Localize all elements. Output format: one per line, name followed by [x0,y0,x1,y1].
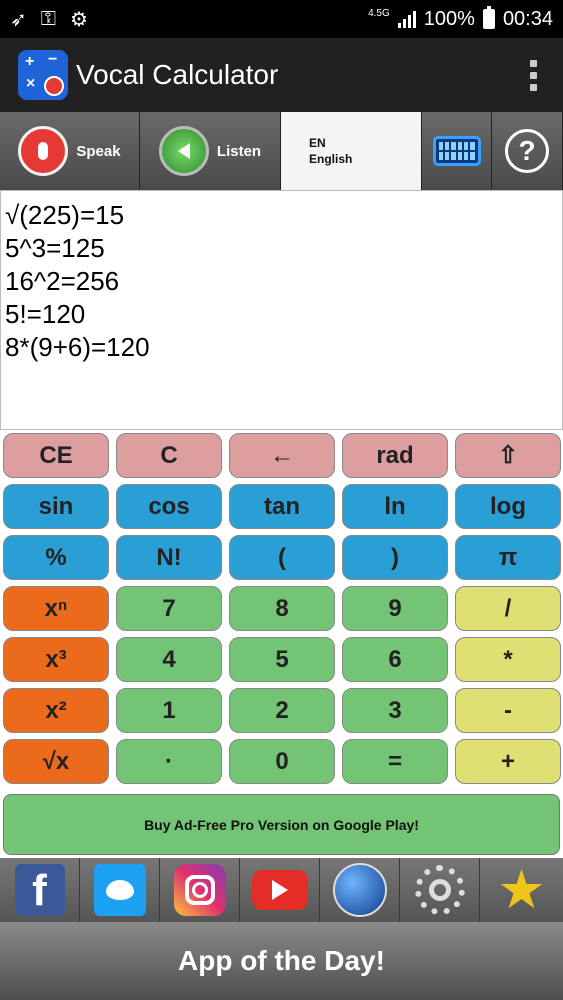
speaker-icon [158,126,209,176]
key-open-paren[interactable]: ( [229,535,335,580]
language-selector[interactable]: EN English [281,112,422,190]
keyboard-button[interactable] [422,112,492,190]
key-multiply[interactable]: * [455,637,561,682]
key-pi[interactable]: π [455,535,561,580]
key-factorial[interactable]: N! [116,535,222,580]
calculation-display: √(225)=15 5^3=125 16^2=256 5!=120 8*(9+6… [0,190,563,430]
microphone-icon [18,126,69,176]
key-log[interactable]: log [455,484,561,529]
history-line: 5!=120 [5,299,86,329]
key-shift[interactable]: ⇧ [455,433,561,478]
key-8[interactable]: 8 [229,586,335,631]
key-0[interactable]: 0 [229,739,335,784]
key-cos[interactable]: cos [116,484,222,529]
app-bar: + − × Vocal Calculator [0,38,563,112]
twitter-button[interactable] [80,858,160,922]
overflow-menu-icon[interactable] [522,54,545,97]
key-sin[interactable]: sin [3,484,109,529]
rate-star-icon: ★ [497,860,546,920]
status-bar: ➶ ⚿ ⚙ 4.5G 100% 00:34 [0,0,563,38]
network-type: 4.5G [368,8,390,19]
key-9[interactable]: 9 [342,586,448,631]
key-2[interactable]: 2 [229,688,335,733]
facebook-icon: f [14,864,65,916]
rocket-icon: ➶ [10,8,27,31]
toolbar: Speak Listen EN English ? [0,112,563,190]
history-line: √(225)=15 [5,200,125,230]
key-cube[interactable]: x³ [3,637,109,682]
twitter-icon [93,864,146,916]
website-icon [332,863,387,917]
history-line: 16^2=256 [5,266,120,296]
key-divide[interactable]: / [455,586,561,631]
app-of-the-day-button[interactable]: App of the Day! [0,922,563,1000]
app-title: Vocal Calculator [76,59,279,90]
key-angle-mode[interactable]: rad [342,433,448,478]
key-power-n[interactable]: xⁿ [3,586,109,631]
key-clear-entry[interactable]: CE [3,433,109,478]
key-tan[interactable]: tan [229,484,335,529]
youtube-button[interactable] [240,858,320,922]
help-icon: ? [505,129,549,173]
social-bar: f ★ [0,858,563,922]
key-decimal[interactable]: · [116,739,222,784]
rate-button[interactable]: ★ [480,858,563,922]
key-7[interactable]: 7 [116,586,222,631]
key-5[interactable]: 5 [229,637,335,682]
settings-button[interactable] [400,858,480,922]
key-backspace[interactable]: ← [229,433,335,478]
key-clear[interactable]: C [116,433,222,478]
youtube-icon [251,870,308,910]
help-button[interactable]: ? [492,112,563,190]
key-add[interactable]: + [455,739,561,784]
signal-icon [397,10,416,28]
key-icon: ⚿ [40,7,56,30]
speak-label: Speak [76,142,121,160]
website-button[interactable] [320,858,400,922]
keypad: CE C ← rad ⇧ sin cos tan ln log % N! ( )… [0,430,563,858]
key-percent[interactable]: % [3,535,109,580]
key-close-paren[interactable]: ) [342,535,448,580]
key-equals[interactable]: = [342,739,448,784]
key-ln[interactable]: ln [342,484,448,529]
app-logo-icon: + − × [18,50,68,100]
listen-button[interactable]: Listen [140,112,281,190]
language-code: EN [309,136,326,150]
battery-icon [482,6,495,29]
clock: 00:34 [502,7,553,30]
history-line: 8*(9+6)=120 [5,332,150,362]
key-square[interactable]: x² [3,688,109,733]
facebook-button[interactable]: f [0,858,80,922]
key-6[interactable]: 6 [342,637,448,682]
key-sqrt[interactable]: √x [3,739,109,784]
key-subtract[interactable]: - [455,688,561,733]
instagram-icon [173,864,226,916]
instagram-button[interactable] [160,858,240,922]
language-name: English [309,152,353,166]
keyboard-icon [432,136,481,166]
history-line: 5^3=125 [5,233,105,263]
key-3[interactable]: 3 [342,688,448,733]
listen-label: Listen [216,142,262,160]
battery-percent: 100% [423,7,475,30]
settings-notification-icon: ⚙ [70,8,88,31]
key-4[interactable]: 4 [116,637,222,682]
key-1[interactable]: 1 [116,688,222,733]
buy-pro-button[interactable]: Buy Ad-Free Pro Version on Google Play! [3,794,560,855]
settings-icon [414,865,465,915]
speak-button[interactable]: Speak [0,112,140,190]
